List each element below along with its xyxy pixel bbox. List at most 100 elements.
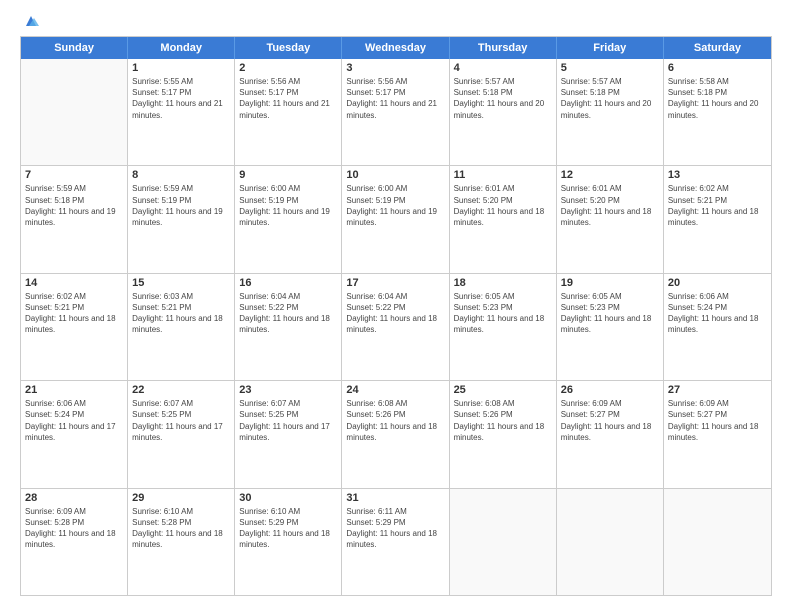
calendar-cell: 3Sunrise: 5:56 AM Sunset: 5:17 PM Daylig…	[342, 59, 449, 165]
calendar-cell: 21 Sunrise: 6:06 AM Sunset: 5:24 PM Dayli…	[21, 381, 128, 487]
day-number: 21	[25, 384, 123, 396]
day-number: 4	[454, 62, 552, 74]
page: SundayMondayTuesdayWednesdayThursdayFrid…	[0, 0, 792, 612]
header-day-wednesday: Wednesday	[342, 37, 449, 59]
calendar-cell: 5 Sunrise: 5:57 AM Sunset: 5:18 PM Daylig…	[557, 59, 664, 165]
day-number: 9	[239, 169, 337, 181]
calendar-row-4: 21 Sunrise: 6:06 AM Sunset: 5:24 PM Dayli…	[21, 381, 771, 488]
calendar-row-2: 7 Sunrise: 5:59 AM Sunset: 5:18 PM Daylig…	[21, 166, 771, 273]
calendar-cell: 20 Sunrise: 6:06 AM Sunset: 5:24 PM Dayli…	[664, 274, 771, 380]
day-number: 20	[668, 277, 767, 289]
calendar-cell	[450, 489, 557, 595]
day-info: Sunrise: 6:10 AM Sunset: 5:28 PM Dayligh…	[132, 506, 230, 551]
day-number: 19	[561, 277, 659, 289]
day-info: Sunrise: 6:02 AM Sunset: 5:21 PM Dayligh…	[668, 183, 767, 228]
day-info: Sunrise: 5:57 AM Sunset: 5:18 PM Dayligh…	[561, 76, 659, 121]
calendar-row-5: 28 Sunrise: 6:09 AM Sunset: 5:28 PM Dayli…	[21, 489, 771, 595]
calendar-cell: 25Sunrise: 6:08 AM Sunset: 5:26 PM Dayli…	[450, 381, 557, 487]
day-number: 23	[239, 384, 337, 396]
header	[20, 16, 772, 26]
calendar-cell: 15Sunrise: 6:03 AM Sunset: 5:21 PM Dayli…	[128, 274, 235, 380]
day-info: Sunrise: 6:09 AM Sunset: 5:28 PM Dayligh…	[25, 506, 123, 551]
calendar-cell: 23 Sunrise: 6:07 AM Sunset: 5:25 PM Dayli…	[235, 381, 342, 487]
day-info: Sunrise: 6:04 AM Sunset: 5:22 PM Dayligh…	[239, 291, 337, 336]
day-number: 3	[346, 62, 444, 74]
day-info: Sunrise: 5:56 AM Sunset: 5:17 PM Dayligh…	[239, 76, 337, 121]
calendar-cell: 26 Sunrise: 6:09 AM Sunset: 5:27 PM Dayli…	[557, 381, 664, 487]
day-info: Sunrise: 6:07 AM Sunset: 5:25 PM Dayligh…	[132, 398, 230, 443]
day-info: Sunrise: 5:57 AM Sunset: 5:18 PM Dayligh…	[454, 76, 552, 121]
calendar-cell: 24 Sunrise: 6:08 AM Sunset: 5:26 PM Dayli…	[342, 381, 449, 487]
calendar-body: 1 Sunrise: 5:55 AM Sunset: 5:17 PM Daylig…	[21, 59, 771, 595]
day-info: Sunrise: 6:01 AM Sunset: 5:20 PM Dayligh…	[561, 183, 659, 228]
day-info: Sunrise: 5:59 AM Sunset: 5:19 PM Dayligh…	[132, 183, 230, 228]
day-number: 16	[239, 277, 337, 289]
day-info: Sunrise: 6:02 AM Sunset: 5:21 PM Dayligh…	[25, 291, 123, 336]
calendar-cell: 27Sunrise: 6:09 AM Sunset: 5:27 PM Dayli…	[664, 381, 771, 487]
calendar-cell	[664, 489, 771, 595]
header-day-saturday: Saturday	[664, 37, 771, 59]
calendar-cell: 29Sunrise: 6:10 AM Sunset: 5:28 PM Dayli…	[128, 489, 235, 595]
day-info: Sunrise: 6:07 AM Sunset: 5:25 PM Dayligh…	[239, 398, 337, 443]
day-info: Sunrise: 6:00 AM Sunset: 5:19 PM Dayligh…	[346, 183, 444, 228]
day-number: 10	[346, 169, 444, 181]
calendar-cell: 18Sunrise: 6:05 AM Sunset: 5:23 PM Dayli…	[450, 274, 557, 380]
calendar-cell: 1 Sunrise: 5:55 AM Sunset: 5:17 PM Daylig…	[128, 59, 235, 165]
day-info: Sunrise: 6:03 AM Sunset: 5:21 PM Dayligh…	[132, 291, 230, 336]
calendar-cell: 8 Sunrise: 5:59 AM Sunset: 5:19 PM Daylig…	[128, 166, 235, 272]
day-number: 31	[346, 492, 444, 504]
day-number: 26	[561, 384, 659, 396]
day-info: Sunrise: 6:00 AM Sunset: 5:19 PM Dayligh…	[239, 183, 337, 228]
calendar-cell: 30 Sunrise: 6:10 AM Sunset: 5:29 PM Dayli…	[235, 489, 342, 595]
day-info: Sunrise: 6:08 AM Sunset: 5:26 PM Dayligh…	[346, 398, 444, 443]
day-number: 1	[132, 62, 230, 74]
day-number: 27	[668, 384, 767, 396]
header-day-sunday: Sunday	[21, 37, 128, 59]
calendar-cell: 2 Sunrise: 5:56 AM Sunset: 5:17 PM Daylig…	[235, 59, 342, 165]
calendar-cell: 31 Sunrise: 6:11 AM Sunset: 5:29 PM Dayli…	[342, 489, 449, 595]
calendar-cell: 7 Sunrise: 5:59 AM Sunset: 5:18 PM Daylig…	[21, 166, 128, 272]
day-number: 30	[239, 492, 337, 504]
day-number: 5	[561, 62, 659, 74]
day-info: Sunrise: 6:05 AM Sunset: 5:23 PM Dayligh…	[454, 291, 552, 336]
calendar-cell: 6 Sunrise: 5:58 AM Sunset: 5:18 PM Daylig…	[664, 59, 771, 165]
header-day-friday: Friday	[557, 37, 664, 59]
calendar-cell: 9 Sunrise: 6:00 AM Sunset: 5:19 PM Daylig…	[235, 166, 342, 272]
day-number: 6	[668, 62, 767, 74]
day-number: 28	[25, 492, 123, 504]
day-info: Sunrise: 6:11 AM Sunset: 5:29 PM Dayligh…	[346, 506, 444, 551]
day-info: Sunrise: 6:08 AM Sunset: 5:26 PM Dayligh…	[454, 398, 552, 443]
day-number: 2	[239, 62, 337, 74]
day-info: Sunrise: 6:04 AM Sunset: 5:22 PM Dayligh…	[346, 291, 444, 336]
calendar-cell: 28 Sunrise: 6:09 AM Sunset: 5:28 PM Dayli…	[21, 489, 128, 595]
calendar-cell: 4 Sunrise: 5:57 AM Sunset: 5:18 PM Daylig…	[450, 59, 557, 165]
calendar-header: SundayMondayTuesdayWednesdayThursdayFrid…	[21, 37, 771, 59]
calendar-cell: 19Sunrise: 6:05 AM Sunset: 5:23 PM Dayli…	[557, 274, 664, 380]
calendar-cell: 22 Sunrise: 6:07 AM Sunset: 5:25 PM Dayli…	[128, 381, 235, 487]
calendar-cell: 10 Sunrise: 6:00 AM Sunset: 5:19 PM Dayli…	[342, 166, 449, 272]
day-info: Sunrise: 6:09 AM Sunset: 5:27 PM Dayligh…	[561, 398, 659, 443]
calendar-row-1: 1 Sunrise: 5:55 AM Sunset: 5:17 PM Daylig…	[21, 59, 771, 166]
day-number: 12	[561, 169, 659, 181]
day-number: 17	[346, 277, 444, 289]
day-number: 8	[132, 169, 230, 181]
day-info: Sunrise: 5:55 AM Sunset: 5:17 PM Dayligh…	[132, 76, 230, 121]
calendar-row-3: 14 Sunrise: 6:02 AM Sunset: 5:21 PM Dayli…	[21, 274, 771, 381]
day-info: Sunrise: 6:10 AM Sunset: 5:29 PM Dayligh…	[239, 506, 337, 551]
day-info: Sunrise: 5:59 AM Sunset: 5:18 PM Dayligh…	[25, 183, 123, 228]
calendar-cell	[557, 489, 664, 595]
calendar-cell: 13 Sunrise: 6:02 AM Sunset: 5:21 PM Dayli…	[664, 166, 771, 272]
day-number: 7	[25, 169, 123, 181]
day-info: Sunrise: 5:58 AM Sunset: 5:18 PM Dayligh…	[668, 76, 767, 121]
day-info: Sunrise: 6:06 AM Sunset: 5:24 PM Dayligh…	[668, 291, 767, 336]
day-number: 22	[132, 384, 230, 396]
header-day-thursday: Thursday	[450, 37, 557, 59]
day-info: Sunrise: 6:06 AM Sunset: 5:24 PM Dayligh…	[25, 398, 123, 443]
header-day-monday: Monday	[128, 37, 235, 59]
calendar-cell: 17 Sunrise: 6:04 AM Sunset: 5:22 PM Dayli…	[342, 274, 449, 380]
day-number: 13	[668, 169, 767, 181]
day-number: 11	[454, 169, 552, 181]
day-number: 14	[25, 277, 123, 289]
calendar-cell: 11Sunrise: 6:01 AM Sunset: 5:20 PM Dayli…	[450, 166, 557, 272]
day-number: 24	[346, 384, 444, 396]
